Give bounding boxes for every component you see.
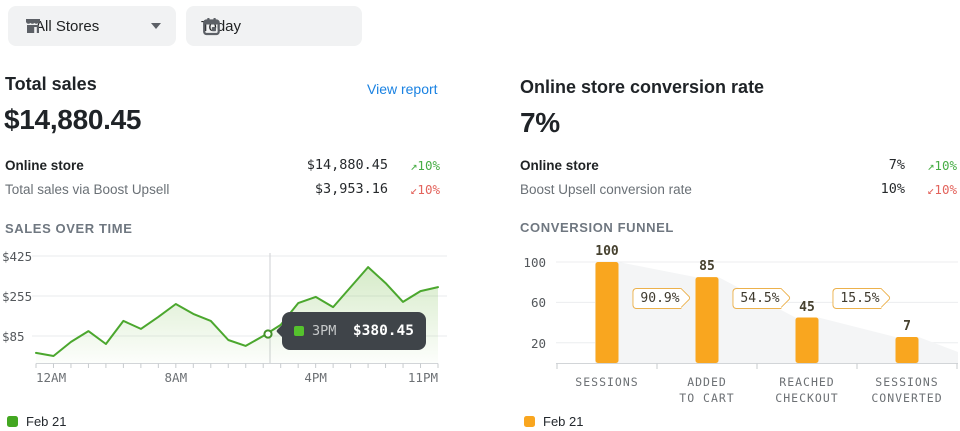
y-axis-label: 100	[516, 255, 546, 270]
funnel-bar-sessions-converted[interactable]	[896, 337, 919, 363]
conversion-rate-title: Online store conversion rate	[520, 77, 764, 98]
conversion-funnel-header: CONVERSION FUNNEL	[520, 220, 674, 235]
metric-value: $3,953.16	[315, 181, 388, 197]
metric-row-boost-upsell-sales: Total sales via Boost Upsell $3,953.16 ↙…	[5, 178, 440, 200]
metric-row-boost-upsell-rate: Boost Upsell conversion rate 10% ↙10%	[520, 178, 957, 200]
storefront-icon	[23, 16, 43, 36]
funnel-category-label: SESSIONS	[557, 374, 657, 390]
x-axis-label: 11PM	[408, 370, 438, 385]
x-axis-label: 4PM	[304, 370, 327, 385]
metric-delta: 10%	[934, 158, 957, 173]
funnel-category-label: ADDEDTO CART	[657, 374, 757, 406]
metric-label: Online store	[5, 158, 307, 173]
metric-value: 10%	[881, 181, 905, 197]
bar-value-label: 7	[877, 319, 937, 334]
x-axis-label: 8AM	[165, 370, 188, 385]
funnel-bar-added-to-cart[interactable]	[696, 277, 719, 363]
transition-percentage: 90.9%	[640, 291, 679, 306]
funnel-category-label: SESSIONSCONVERTED	[857, 374, 957, 406]
store-selector-label: All Stores	[35, 18, 99, 35]
y-axis-label: $255	[2, 289, 32, 304]
metric-delta-badge: ↗10%	[388, 158, 440, 173]
date-selector-button[interactable]: Today	[186, 6, 362, 46]
legend-label: Feb 21	[26, 414, 66, 429]
metric-delta-badge: ↙10%	[388, 182, 440, 197]
metric-delta: 10%	[934, 182, 957, 197]
y-axis-label: $85	[2, 329, 25, 344]
analytics-dashboard: All Stores Today Total sales View report…	[0, 0, 960, 431]
legend-feb21-funnel: Feb 21	[524, 414, 583, 429]
view-report-link[interactable]: View report	[367, 81, 438, 97]
bar-value-label: 100	[577, 244, 637, 259]
total-sales-value: $14,880.45	[4, 104, 141, 136]
legend-feb21-sales: Feb 21	[7, 414, 66, 429]
metric-label: Boost Upsell conversion rate	[520, 182, 881, 197]
sales-over-time-header: SALES OVER TIME	[5, 221, 132, 236]
tooltip-value: $380.45	[353, 323, 414, 339]
store-selector-button[interactable]: All Stores	[8, 6, 176, 46]
x-axis-label: 12AM	[36, 370, 66, 385]
highlighted-point-marker[interactable]	[264, 330, 271, 337]
y-axis-label: $425	[2, 249, 32, 264]
metric-delta-badge: ↙10%	[905, 182, 957, 197]
metric-delta: 10%	[417, 158, 440, 173]
metric-delta-badge: ↗10%	[905, 158, 957, 173]
y-axis-label: 60	[516, 295, 546, 310]
y-axis-label: 20	[516, 336, 546, 351]
funnel-transition-badge: 54.5%	[732, 288, 781, 309]
chevron-down-icon	[151, 23, 161, 29]
legend-label: Feb 21	[543, 414, 583, 429]
chart-tooltip: 3PM $380.45	[282, 312, 426, 350]
metric-value: 7%	[889, 157, 905, 173]
metric-row-online-store-sales: Online store $14,880.45 ↗10%	[5, 154, 440, 176]
transition-percentage: 54.5%	[740, 291, 779, 306]
funnel-category-label: REACHEDCHECKOUT	[757, 374, 857, 406]
metric-value: $14,880.45	[307, 157, 388, 173]
metric-row-online-store-rate: Online store 7% ↗10%	[520, 154, 957, 176]
tooltip-time: 3PM	[312, 323, 336, 339]
total-sales-title: Total sales	[5, 74, 97, 95]
funnel-bar-sessions[interactable]	[596, 262, 619, 363]
conversion-rate-value: 7%	[520, 107, 560, 139]
legend-swatch-green	[7, 416, 18, 427]
calendar-icon	[201, 16, 222, 37]
funnel-transition-badge: 15.5%	[832, 288, 881, 309]
metric-label: Total sales via Boost Upsell	[5, 182, 315, 197]
series-swatch-green	[294, 326, 304, 336]
legend-swatch-orange	[524, 416, 535, 427]
metric-label: Online store	[520, 158, 889, 173]
transition-percentage: 15.5%	[840, 291, 879, 306]
metric-delta: 10%	[417, 182, 440, 197]
bar-value-label: 85	[677, 259, 737, 274]
funnel-bar-reached-checkout[interactable]	[796, 318, 819, 363]
funnel-transition-badge: 90.9%	[632, 288, 681, 309]
